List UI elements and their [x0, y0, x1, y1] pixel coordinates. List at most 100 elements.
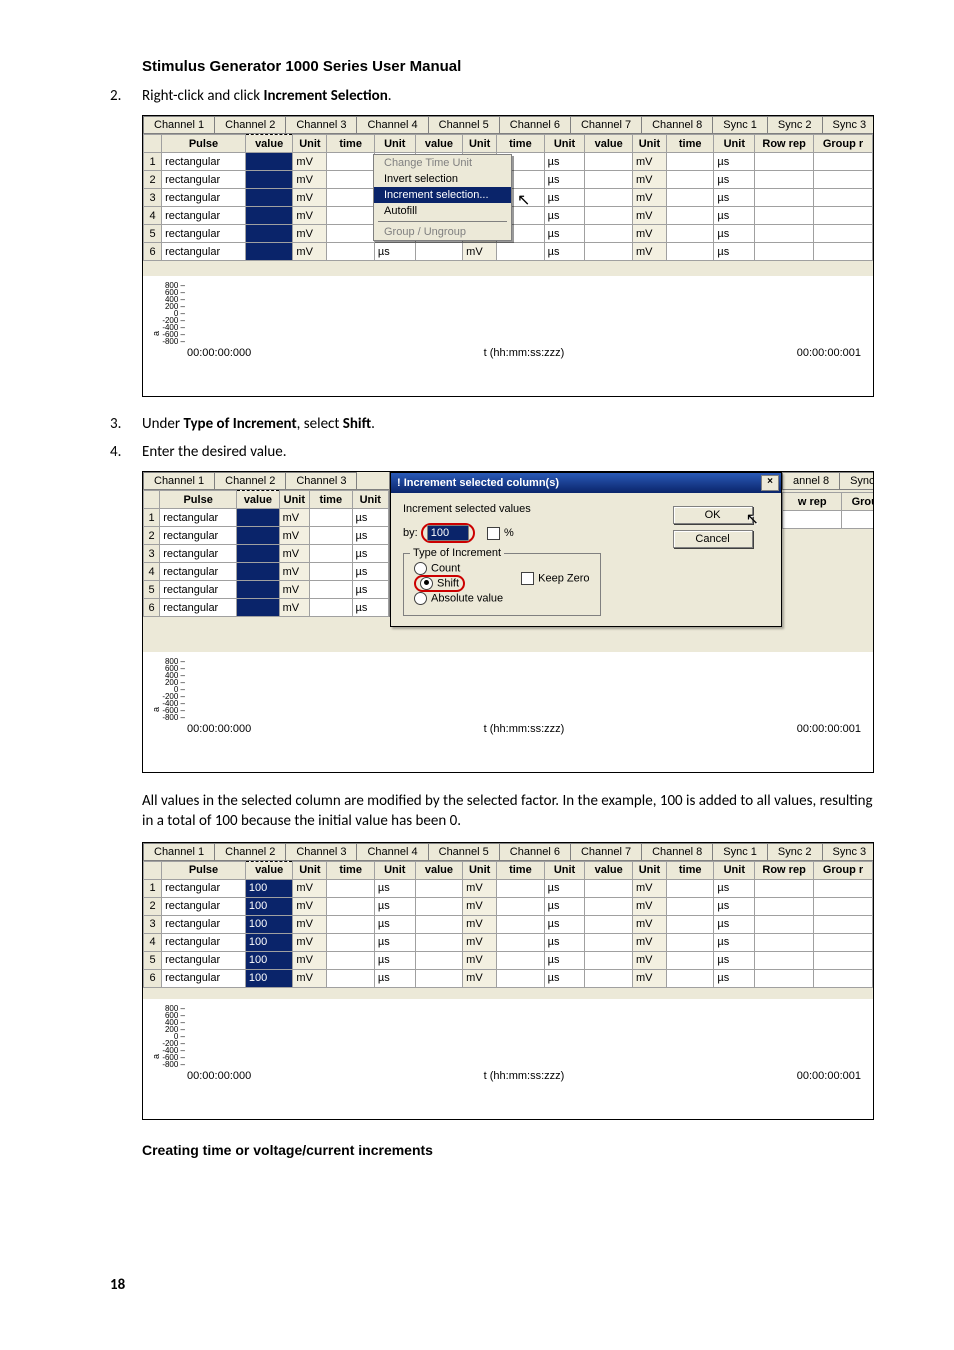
pulse-type[interactable]: rectangular [162, 225, 246, 243]
value-cell[interactable] [237, 563, 280, 581]
time-cell[interactable] [327, 225, 375, 243]
time-cell[interactable] [310, 563, 353, 581]
tab-channel-2[interactable]: Channel 2 [214, 116, 286, 133]
pulse-type[interactable]: rectangular [162, 189, 246, 207]
value-cell[interactable] [415, 933, 463, 951]
rowrep-cell[interactable] [755, 207, 814, 225]
time-cell[interactable] [327, 969, 375, 987]
pulse-type[interactable]: rectangular [162, 153, 246, 171]
menu-item-autofill[interactable]: Autofill [374, 203, 511, 219]
value-cell[interactable] [415, 243, 463, 261]
value-cell[interactable] [585, 153, 633, 171]
rowrep-cell[interactable] [755, 897, 814, 915]
pulse-type[interactable]: rectangular [162, 951, 246, 969]
time-cell[interactable] [666, 969, 714, 987]
time-cell[interactable] [666, 951, 714, 969]
pulse-type[interactable]: rectangular [162, 969, 246, 987]
pulse-type[interactable]: rectangular [162, 915, 246, 933]
rowrep-cell[interactable] [755, 189, 814, 207]
time-cell[interactable] [310, 599, 353, 617]
tab-channel-5[interactable]: Channel 5 [428, 843, 500, 860]
by-value-input[interactable]: 100 [427, 525, 469, 541]
pulse-type[interactable]: rectangular [162, 243, 246, 261]
time-cell[interactable] [310, 581, 353, 599]
value-cell[interactable] [237, 509, 280, 527]
time-cell[interactable] [497, 915, 545, 933]
radio-absolute[interactable] [414, 592, 427, 605]
value-cell[interactable] [237, 545, 280, 563]
pulse-type[interactable]: rectangular [162, 933, 246, 951]
pulse-type[interactable]: rectangular [160, 527, 237, 545]
tab-channel-1[interactable]: Channel 1 [143, 472, 215, 489]
pulse-type[interactable]: rectangular [160, 581, 237, 599]
close-icon[interactable]: × [761, 475, 779, 491]
value-cell[interactable] [585, 933, 633, 951]
group-cell[interactable] [814, 951, 873, 969]
time-cell[interactable] [666, 153, 714, 171]
time-cell[interactable] [497, 951, 545, 969]
keep-zero-checkbox[interactable] [521, 572, 534, 585]
value-cell[interactable] [585, 189, 633, 207]
group-cell[interactable] [814, 879, 873, 897]
value-cell[interactable] [585, 969, 633, 987]
radio-shift[interactable] [420, 577, 433, 590]
tab-channel-4[interactable]: Channel 4 [356, 843, 428, 860]
percent-checkbox[interactable] [487, 527, 500, 540]
tab-annel-8[interactable]: annel 8 [782, 472, 840, 489]
value-cell[interactable]: 100 [245, 915, 293, 933]
tab-sync-1[interactable]: Sync 1 [712, 116, 768, 133]
value-cell[interactable] [245, 153, 293, 171]
value-cell[interactable] [245, 207, 293, 225]
value-cell[interactable]: 100 [245, 933, 293, 951]
time-cell[interactable] [666, 171, 714, 189]
value-cell[interactable] [237, 599, 280, 617]
value-cell[interactable] [415, 915, 463, 933]
ok-button[interactable]: OK [673, 506, 753, 524]
tab-sync-2[interactable]: Sync 2 [767, 116, 823, 133]
time-cell[interactable] [497, 969, 545, 987]
tab-channel-3[interactable]: Channel 3 [285, 843, 357, 860]
time-cell[interactable] [310, 545, 353, 563]
rowrep-cell[interactable] [755, 225, 814, 243]
value-cell[interactable] [415, 879, 463, 897]
value-cell[interactable] [415, 969, 463, 987]
value-cell[interactable] [245, 189, 293, 207]
value-cell[interactable]: 100 [245, 969, 293, 987]
rowrep-cell[interactable] [755, 879, 814, 897]
radio-count[interactable] [414, 562, 427, 575]
time-cell[interactable] [327, 153, 375, 171]
rowrep-cell[interactable] [755, 915, 814, 933]
pulse-type[interactable]: rectangular [160, 509, 237, 527]
tab-channel-6[interactable]: Channel 6 [499, 116, 571, 133]
pulse-type[interactable]: rectangular [162, 897, 246, 915]
tab-sync-3[interactable]: Sync 3 [822, 843, 874, 860]
group-cell[interactable] [814, 153, 873, 171]
pulse-type[interactable]: rectangular [162, 207, 246, 225]
pulse-type[interactable]: rectangular [162, 879, 246, 897]
group-cell[interactable] [814, 225, 873, 243]
time-cell[interactable] [497, 243, 545, 261]
group-cell[interactable] [814, 915, 873, 933]
tab-channel-2[interactable]: Channel 2 [214, 472, 286, 489]
time-cell[interactable] [310, 509, 353, 527]
time-cell[interactable] [310, 527, 353, 545]
group-cell[interactable] [814, 189, 873, 207]
tab-sync-1[interactable]: Sync 1 [712, 843, 768, 860]
value-cell[interactable]: 100 [245, 897, 293, 915]
time-cell[interactable] [666, 897, 714, 915]
time-cell[interactable] [497, 933, 545, 951]
tab-channel-5[interactable]: Channel 5 [428, 116, 500, 133]
tab-channel-1[interactable]: Channel 1 [143, 116, 215, 133]
time-cell[interactable] [666, 879, 714, 897]
time-cell[interactable] [327, 933, 375, 951]
time-cell[interactable] [666, 915, 714, 933]
tab-channel-1[interactable]: Channel 1 [143, 843, 215, 860]
menu-item-increment-selection-[interactable]: Increment selection... [374, 187, 511, 203]
value-cell[interactable] [585, 207, 633, 225]
value-cell[interactable] [245, 171, 293, 189]
group-cell[interactable] [814, 243, 873, 261]
group-cell[interactable] [814, 207, 873, 225]
time-cell[interactable] [666, 933, 714, 951]
tab-channel-7[interactable]: Channel 7 [570, 116, 642, 133]
value-cell[interactable]: 100 [245, 879, 293, 897]
